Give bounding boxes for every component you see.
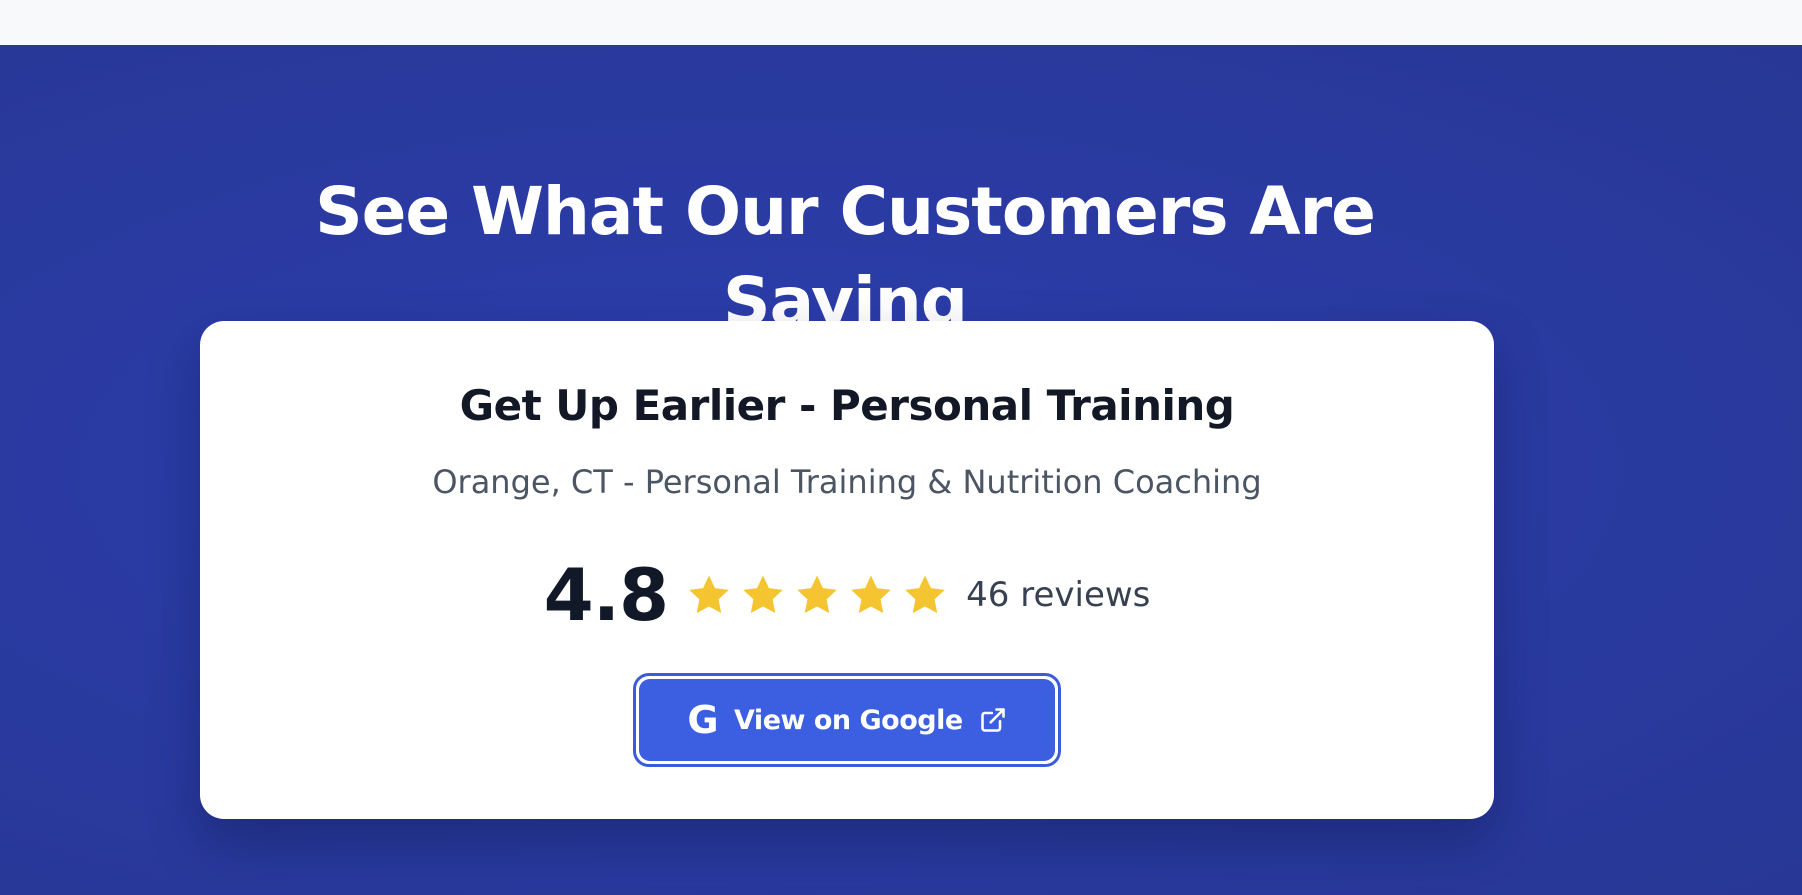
- view-on-google-focus-ring: G View on Google: [633, 673, 1061, 767]
- rating-row: 4.8 46 reviews: [200, 553, 1494, 637]
- business-name: Get Up Earlier - Personal Training: [459, 381, 1235, 430]
- star-icon: [905, 575, 945, 614]
- google-g-icon: G: [687, 698, 719, 742]
- star-rating: [686, 572, 948, 618]
- star-icon: [851, 575, 891, 614]
- external-link-icon: [980, 708, 1005, 732]
- star-icon: [797, 575, 837, 614]
- review-count: 46 reviews: [966, 575, 1151, 615]
- business-subtitle: Orange, CT - Personal Training & Nutriti…: [432, 463, 1262, 501]
- view-on-google-button[interactable]: G View on Google: [639, 679, 1055, 761]
- review-card: Get Up Earlier - Personal Training Orang…: [200, 321, 1494, 819]
- rating-score: 4.8: [543, 553, 670, 637]
- star-icon: [689, 575, 729, 614]
- button-label: View on Google: [734, 704, 963, 736]
- section-heading: See What Our Customers Are Saying: [315, 173, 1376, 340]
- star-icon: [743, 575, 783, 614]
- top-bar: [0, 0, 1802, 45]
- testimonials-section: See What Our Customers Are Saying Get Up…: [0, 45, 1802, 895]
